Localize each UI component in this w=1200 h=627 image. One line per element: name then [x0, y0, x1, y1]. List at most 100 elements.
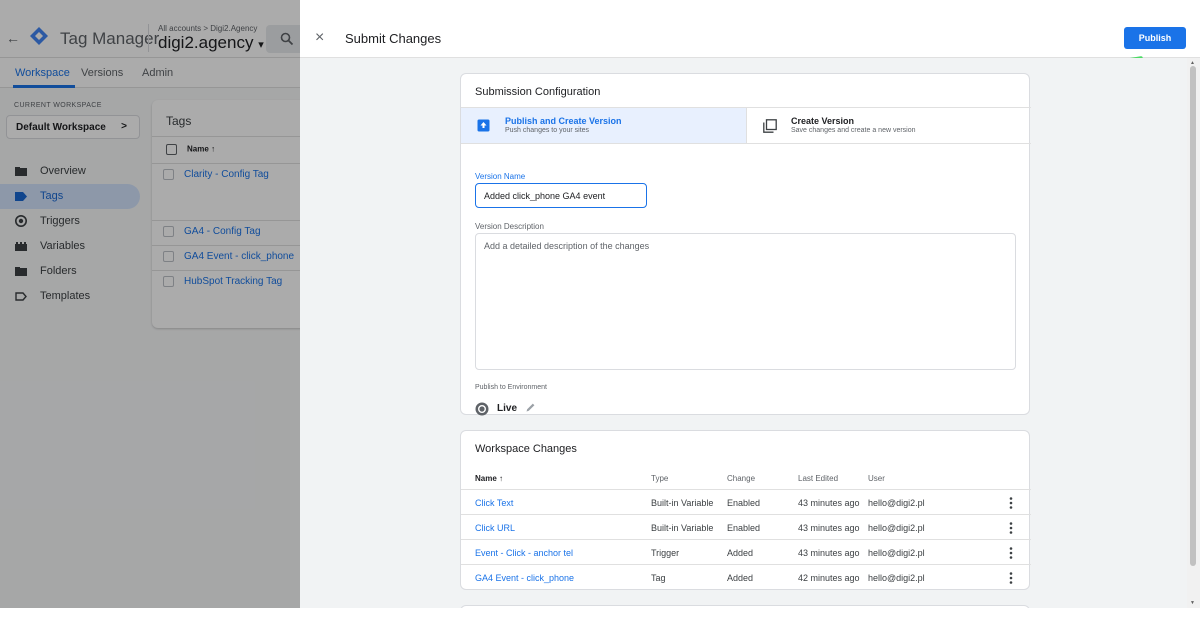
change-user: hello@digi2.pl: [868, 573, 925, 583]
change-status: Enabled: [727, 498, 761, 508]
container-name: digi2.agency: [158, 33, 254, 52]
change-name-link[interactable]: Click Text: [475, 498, 513, 508]
change-type: Tag: [651, 573, 666, 583]
sidebar-item-label: Folders: [40, 265, 77, 277]
sidebar-item-templates[interactable]: Templates: [0, 284, 140, 309]
header-divider: [148, 24, 149, 52]
change-user: hello@digi2.pl: [868, 498, 925, 508]
sidebar-item-tags[interactable]: Tags: [0, 184, 140, 209]
tags-card-title: Tags: [166, 114, 192, 128]
container-selector[interactable]: digi2.agency ▾: [158, 33, 264, 53]
publish-button[interactable]: Publish: [1124, 27, 1186, 49]
scrollbar-thumb[interactable]: [1190, 66, 1196, 566]
sidebar-item-label: Variables: [40, 240, 86, 252]
column-header-last-edited[interactable]: Last Edited: [798, 474, 838, 483]
divider: [152, 270, 300, 271]
row-checkbox[interactable]: [163, 251, 174, 262]
tab-versions[interactable]: Versions: [81, 67, 123, 79]
change-name-link[interactable]: GA4 Event - click_phone: [475, 573, 574, 583]
change-name-link[interactable]: Click URL: [475, 523, 515, 533]
version-description-input[interactable]: [475, 233, 1016, 370]
sidebar-item-overview[interactable]: Overview: [0, 159, 140, 184]
option-subtitle: Save changes and create a new version: [791, 127, 916, 134]
tag-row[interactable]: HubSpot Tracking Tag: [163, 276, 282, 287]
column-header-user[interactable]: User: [868, 474, 885, 483]
name-column-header[interactable]: Name ↑: [166, 144, 215, 155]
submission-options: Publish and Create Version Push changes …: [461, 107, 1031, 144]
page-title: Submit Changes: [345, 31, 442, 46]
change-status: Added: [727, 573, 754, 583]
option-subtitle: Push changes to your sites: [505, 127, 590, 134]
card-title: Submission Configuration: [475, 86, 601, 98]
publish-icon: [477, 119, 490, 132]
table-row[interactable]: Click Text Built-in Variable Enabled 43 …: [461, 489, 1031, 514]
column-header-name[interactable]: Name ↑: [475, 474, 503, 483]
divider: [152, 220, 300, 221]
change-name-link[interactable]: Event - Click - anchor tel: [475, 548, 573, 558]
change-user: hello@digi2.pl: [868, 523, 925, 533]
change-type: Built-in Variable: [651, 523, 714, 533]
edit-pencil-icon[interactable]: [525, 402, 536, 413]
tab-admin[interactable]: Admin: [142, 67, 173, 79]
app-header: ← Tag Manager All accounts > Digi2.Agenc…: [0, 0, 300, 58]
divider: [152, 136, 300, 137]
table-row[interactable]: Click URL Built-in Variable Enabled 43 m…: [461, 514, 1031, 539]
change-type: Trigger: [651, 548, 680, 558]
submit-changes-header: × Submit Changes Publish: [300, 0, 1200, 58]
version-icon: [763, 119, 777, 133]
change-type: Built-in Variable: [651, 498, 714, 508]
account-breadcrumb[interactable]: All accounts > Digi2.Agency: [158, 24, 257, 33]
option-title: Create Version: [791, 116, 855, 126]
sidebar-item-label: Templates: [40, 290, 91, 302]
table-row[interactable]: GA4 Event - click_phone Tag Added 42 min…: [461, 564, 1031, 589]
tab-workspace[interactable]: Workspace: [15, 67, 70, 79]
tag-row[interactable]: Clarity - Config Tag: [163, 169, 269, 180]
search-icon: [280, 32, 294, 46]
submission-configuration-card: Submission Configuration Publish and Cre…: [460, 73, 1031, 416]
table-row[interactable]: Event - Click - anchor tel Trigger Added…: [461, 539, 1031, 564]
more-vert-icon[interactable]: [1009, 497, 1013, 509]
sidebar-item-variables[interactable]: Variables: [0, 234, 140, 259]
publish-environment-label: Publish to Environment: [475, 384, 547, 391]
workspace-name: Default Workspace: [16, 122, 106, 133]
more-vert-icon[interactable]: [1009, 547, 1013, 559]
option-publish-and-create-version[interactable]: Publish and Create Version Push changes …: [461, 108, 746, 143]
scroll-down-icon[interactable]: ▼: [1190, 600, 1195, 606]
tag-manager-logo-icon: [30, 27, 48, 45]
environment-icon: [475, 402, 489, 416]
workspace-selector[interactable]: Default Workspace >: [6, 115, 140, 139]
divider: [152, 245, 300, 246]
more-vert-icon[interactable]: [1009, 522, 1013, 534]
folder-icon: [15, 267, 27, 276]
column-header-change[interactable]: Change: [727, 474, 755, 483]
change-last-edited: 43 minutes ago: [798, 548, 860, 558]
option-create-version[interactable]: Create Version Save changes and create a…: [746, 108, 1031, 143]
environment-value: Live: [497, 403, 518, 414]
scrollbar[interactable]: ▲ ▼: [1187, 58, 1200, 608]
row-checkbox[interactable]: [163, 169, 174, 180]
version-name-input[interactable]: [475, 183, 647, 208]
search-button[interactable]: [266, 25, 300, 53]
row-checkbox[interactable]: [163, 226, 174, 237]
template-icon: [15, 292, 27, 301]
product-name: Tag Manager: [60, 29, 160, 48]
tags-card: Tags Name ↑ Clarity - Config Tag GA4 - C…: [152, 100, 300, 328]
submit-changes-body: Submission Configuration Publish and Cre…: [300, 58, 1187, 608]
workspace-nav: Workspace Versions Admin: [0, 58, 300, 88]
version-name-label: Version Name: [475, 172, 526, 181]
sidebar-item-triggers[interactable]: Triggers: [0, 209, 140, 234]
chevron-right-icon: >: [121, 121, 127, 132]
more-vert-icon[interactable]: [1009, 572, 1013, 584]
tag-icon: [15, 192, 27, 201]
sidebar-item-folders[interactable]: Folders: [0, 259, 140, 284]
tag-row[interactable]: GA4 - Config Tag: [163, 226, 261, 237]
row-checkbox[interactable]: [163, 276, 174, 287]
close-icon[interactable]: ×: [315, 30, 324, 46]
bottom-strip: [0, 608, 1200, 627]
back-arrow-icon[interactable]: ←: [6, 30, 20, 46]
active-tab-indicator: [13, 85, 75, 88]
tag-row[interactable]: GA4 Event - click_phone: [163, 251, 294, 262]
select-all-checkbox[interactable]: [166, 144, 177, 155]
column-header-type[interactable]: Type: [651, 474, 668, 483]
change-user: hello@digi2.pl: [868, 548, 925, 558]
